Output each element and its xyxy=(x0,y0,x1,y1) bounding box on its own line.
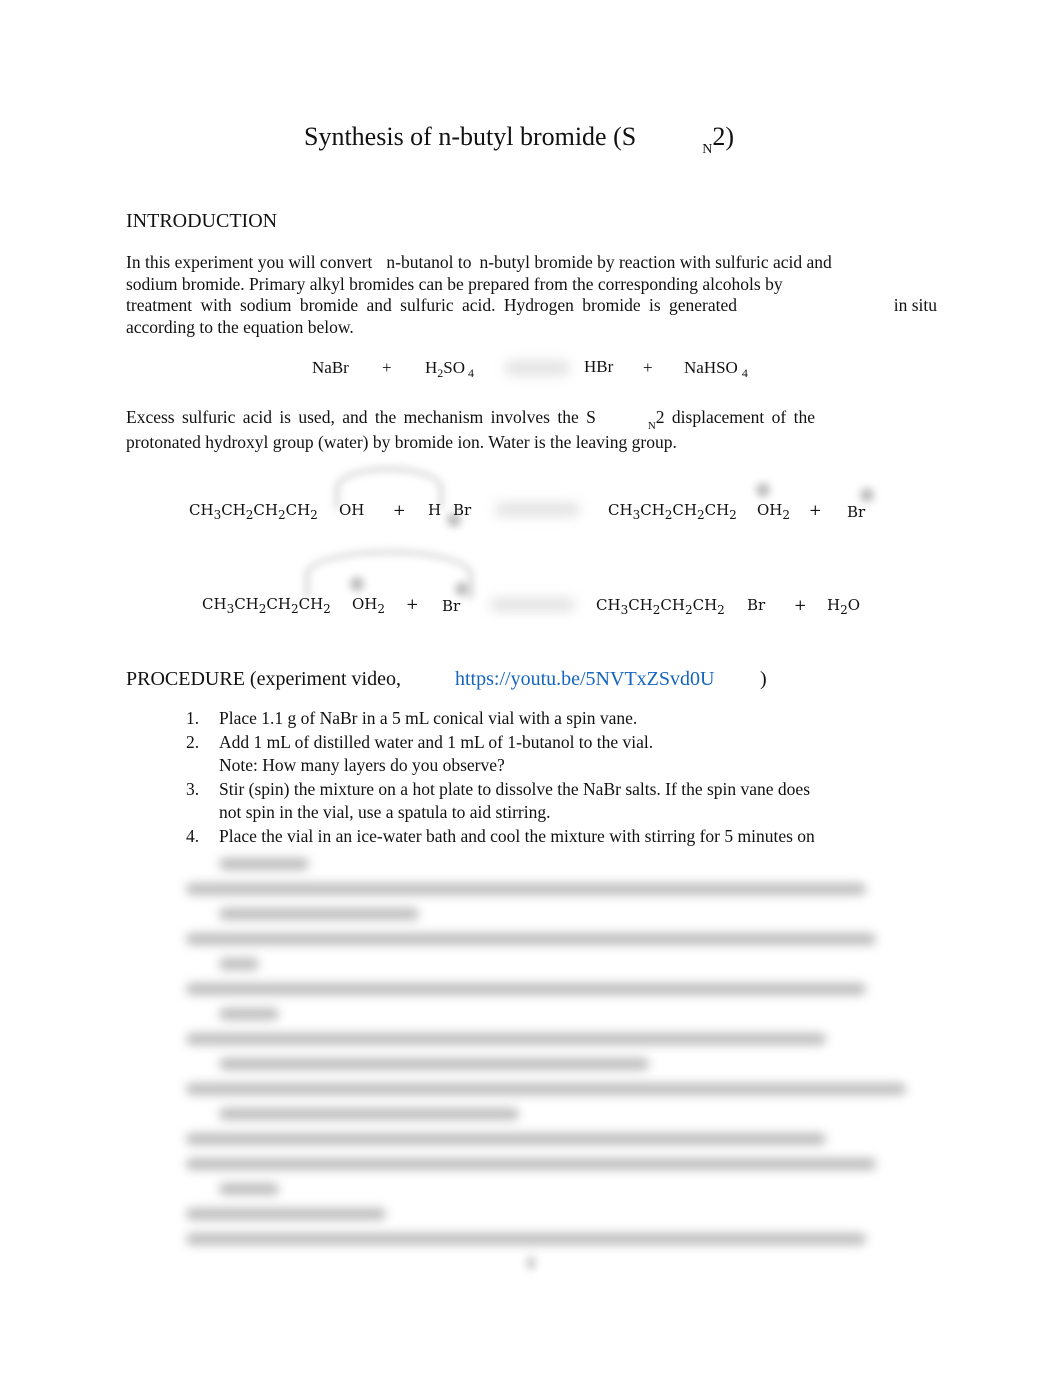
reaction-arrow-icon xyxy=(490,598,575,611)
mech2-plus: + xyxy=(406,595,419,613)
blurred-line xyxy=(186,1233,866,1245)
equilibrium-arrow-icon xyxy=(495,503,580,516)
blurred-line xyxy=(219,908,419,920)
blurred-line xyxy=(219,858,309,870)
intro-line-2: sodium bromide. Primary alkyl bromides c… xyxy=(126,273,783,294)
mechanism-paragraph: Excess sulfuric acid is used, and the me… xyxy=(126,407,937,453)
intro-text: In this experiment you will convert xyxy=(126,252,373,272)
blurred-line xyxy=(186,1158,876,1170)
mech1-h: H xyxy=(428,501,442,519)
blurred-line xyxy=(219,958,259,970)
title-subscript: N xyxy=(702,142,713,157)
positive-charge-icon xyxy=(756,483,770,497)
mech1-oh: OH xyxy=(339,501,365,519)
mech2-plus: + xyxy=(794,596,807,614)
page-title: Synthesis of n-butyl bromide (S N2) xyxy=(304,122,735,157)
blurred-line xyxy=(219,1108,519,1120)
experiment-video-link[interactable]: https://youtu.be/5NVTxZSvd0U xyxy=(455,668,714,691)
curved-arrow-icon xyxy=(305,550,473,599)
introduction-heading: INTRODUCTION xyxy=(126,210,278,232)
procedure-heading: PROCEDURE (experiment video, xyxy=(126,668,401,690)
blurred-line xyxy=(186,1033,826,1045)
intro-line-4: according to the equation below. xyxy=(126,316,354,337)
blurred-line xyxy=(186,883,866,895)
blurred-line xyxy=(186,1208,386,1220)
equation-product-hbr: HBr xyxy=(584,357,614,376)
procedure-step: 3. Stir (spin) the mixture on a hot plat… xyxy=(186,778,811,799)
title-text: Synthesis of n-butyl bromide (S xyxy=(304,122,637,151)
page-number-blurred xyxy=(526,1256,536,1270)
equation-plus: + xyxy=(382,358,392,377)
procedure-step: 1. Place 1.1 g of NaBr in a 5 mL conical… xyxy=(186,708,638,728)
mech-text: Excess sulfuric acid is used, and the me… xyxy=(126,407,815,432)
mech2-oh2: OH2 xyxy=(352,595,386,616)
mech1-plus: + xyxy=(393,501,406,519)
mech1-oh2: OH2 xyxy=(757,501,791,522)
intro-text: n-butyl bromide by reaction with sulfuri… xyxy=(479,252,832,272)
blurred-content xyxy=(186,852,906,1245)
reaction-arrow-icon xyxy=(505,361,570,375)
equation-product-nahso4: NaHSO 4 xyxy=(684,358,748,380)
mech1-product-chain: CH3CH2CH2CH2 xyxy=(608,501,737,522)
procedure-step-cont: not spin in the vial, use a spatula to a… xyxy=(219,802,551,823)
equation-reactant-h2so4: H2SO 4 xyxy=(425,358,475,380)
equation-plus: + xyxy=(643,358,653,377)
mech2-product-br: Br xyxy=(747,596,766,614)
procedure-step: 2. Add 1 mL of distilled water and 1 mL … xyxy=(186,731,654,752)
procedure-step: 4. Place the vial in an ice-water bath a… xyxy=(186,825,815,846)
intro-text-in-situ: in situ xyxy=(893,295,937,315)
procedure-heading-close: ) xyxy=(760,668,767,690)
blurred-line xyxy=(219,1183,279,1195)
negative-charge-icon xyxy=(860,488,874,502)
mech2-chain: CH3CH2CH2CH2 xyxy=(202,595,331,616)
mech-line-2: protonated hydroxyl group (water) by bro… xyxy=(126,431,677,452)
mech1-plus: + xyxy=(809,501,822,519)
intro-text: treatment with sodium bromide and sulfur… xyxy=(126,295,738,315)
mech1-br: Br xyxy=(453,501,472,519)
intro-text: n-butanol to xyxy=(386,252,472,272)
equation-reactant-nabr: NaBr xyxy=(312,358,349,377)
mech2-water: H2O xyxy=(827,596,861,617)
intro-line-1: In this experiment you will convert n-but… xyxy=(126,252,937,274)
mech2-product-chain: CH3CH2CH2CH2 xyxy=(596,596,725,617)
negative-charge-icon xyxy=(455,582,469,596)
blurred-line xyxy=(186,983,866,995)
title-suffix: 2) xyxy=(712,122,735,151)
mech1-chain: CH3CH2CH2CH2 xyxy=(189,501,318,522)
mech2-br: Br xyxy=(442,597,461,615)
blurred-line xyxy=(219,1058,649,1070)
procedure-step-note: Note: How many layers do you observe? xyxy=(219,755,505,776)
positive-charge-icon xyxy=(350,577,364,591)
introduction-paragraph: In this experiment you will convert n-but… xyxy=(126,252,937,338)
intro-line-3: treatment with sodium bromide and sulfur… xyxy=(126,295,937,317)
blurred-line xyxy=(186,1083,906,1095)
mech-line-1: Excess sulfuric acid is used, and the me… xyxy=(126,407,937,432)
blurred-line xyxy=(219,1008,279,1020)
mech1-product-br: Br xyxy=(847,503,866,521)
blurred-line xyxy=(186,1133,826,1145)
blurred-line xyxy=(186,933,876,945)
procedure-steps: 1. Place 1.1 g of NaBr in a 5 mL conical… xyxy=(186,707,815,849)
